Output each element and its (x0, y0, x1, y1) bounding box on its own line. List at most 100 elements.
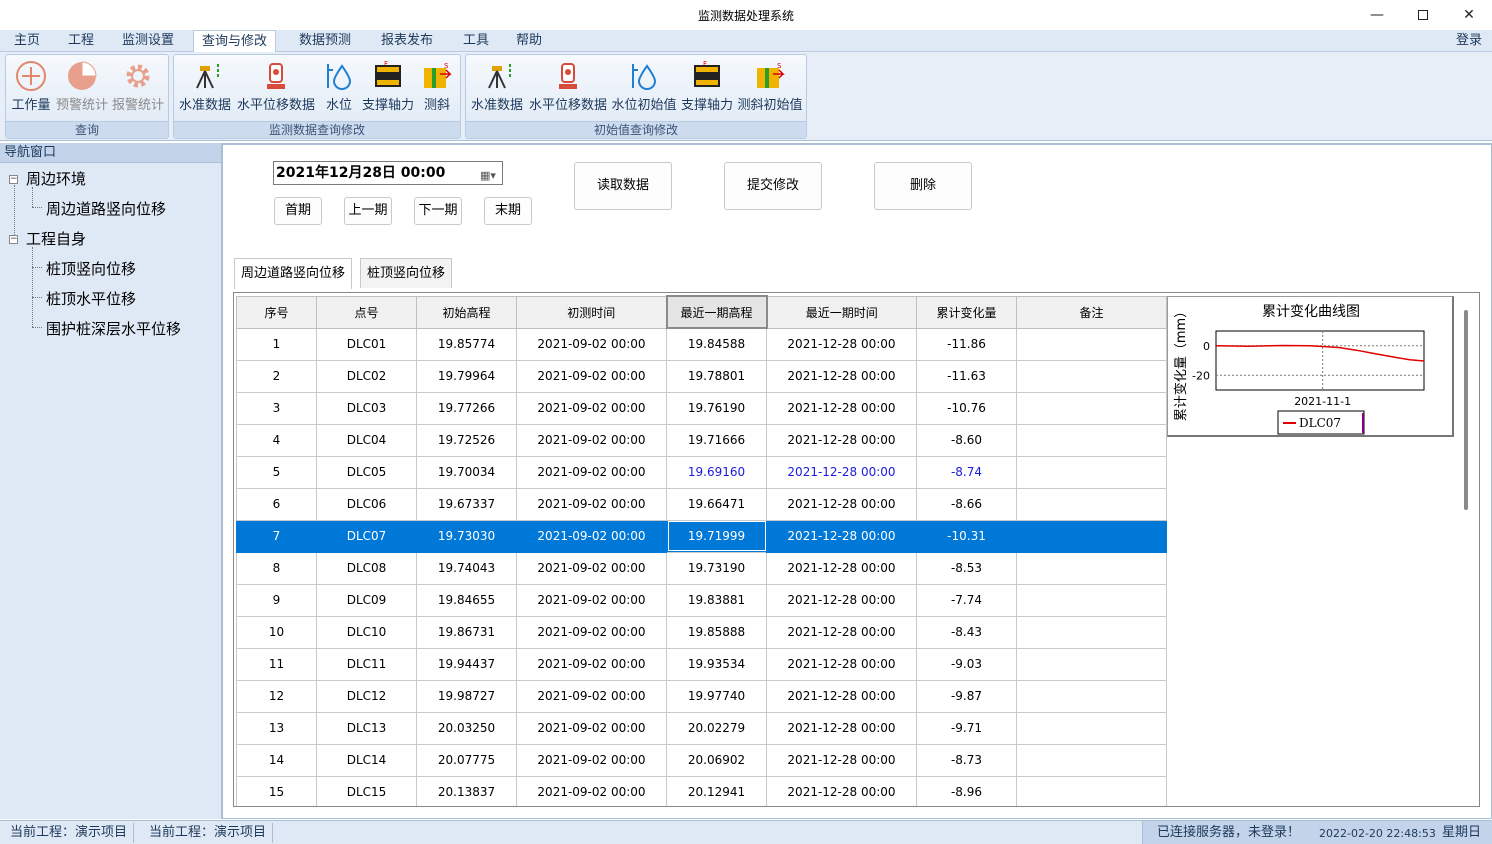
last-period-button[interactable]: 末期 (484, 197, 532, 225)
table-cell[interactable]: 2021-12-28 00:00 (766, 519, 917, 553)
scrollbar-thumb[interactable] (1464, 310, 1468, 510)
table-cell[interactable]: 11 (236, 647, 317, 681)
read-data-button[interactable]: 读取数据 (574, 162, 672, 210)
table-cell[interactable]: 15 (236, 775, 317, 806)
table-cell[interactable] (1016, 519, 1167, 553)
table-cell[interactable]: -8.60 (916, 423, 1017, 457)
table-row[interactable]: 13 DLC13 20.03250 2021-09-02 00:00 20.02279 2… (236, 711, 1167, 745)
table-cell[interactable]: 19.74043 (416, 551, 517, 585)
table-cell[interactable]: 19.86731 (416, 615, 517, 649)
grid-vertical-scrollbar[interactable] (1462, 308, 1472, 804)
tree-node-pile-vertical[interactable]: 桩顶竖向位移 (46, 258, 136, 279)
table-cell[interactable]: 19.84588 (666, 327, 767, 361)
table-cell[interactable]: 19.71999 (666, 519, 767, 553)
table-cell[interactable]: 1 (236, 327, 317, 361)
table-cell[interactable]: 2021-12-28 00:00 (766, 391, 917, 425)
table-cell[interactable]: 2021-12-28 00:00 (766, 455, 917, 489)
leveling-data-button[interactable]: 水准数据 (177, 57, 233, 113)
table-row[interactable]: 8 DLC08 19.74043 2021-09-02 00:00 19.73190 20… (236, 551, 1167, 585)
table-cell[interactable]: 2021-09-02 00:00 (516, 647, 667, 681)
table-cell[interactable]: 2021-09-02 00:00 (516, 455, 667, 489)
table-row[interactable]: 9 DLC09 19.84655 2021-09-02 00:00 19.83881 20… (236, 583, 1167, 617)
tab-pile-vertical[interactable]: 桩顶竖向位移 (360, 258, 453, 288)
table-cell[interactable]: 20.13837 (416, 775, 517, 806)
table-cell[interactable]: 2021-12-28 00:00 (766, 423, 917, 457)
submit-changes-button[interactable]: 提交修改 (724, 162, 822, 210)
next-period-button[interactable]: 下一期 (414, 197, 462, 225)
table-cell[interactable]: 19.85888 (666, 615, 767, 649)
table-cell[interactable]: 7 (236, 519, 317, 553)
collapse-icon[interactable]: − (9, 175, 18, 184)
table-row[interactable]: 2 DLC02 19.79964 2021-09-02 00:00 19.78801 20… (236, 359, 1167, 393)
table-cell[interactable]: 4 (236, 423, 317, 457)
table-cell[interactable]: 12 (236, 679, 317, 713)
table-cell[interactable]: 2021-12-28 00:00 (766, 551, 917, 585)
table-cell[interactable]: 2021-09-02 00:00 (516, 519, 667, 553)
table-cell[interactable]: 2021-09-02 00:00 (516, 487, 667, 521)
column-header[interactable]: 备注 (1016, 295, 1167, 329)
initial-horizontal-button[interactable]: 水平位移数据 (527, 57, 609, 113)
table-cell[interactable]: 2021-09-02 00:00 (516, 615, 667, 649)
table-cell[interactable]: 19.73030 (416, 519, 517, 553)
table-cell[interactable]: 2021-09-02 00:00 (516, 327, 667, 361)
table-cell[interactable] (1016, 487, 1167, 521)
table-cell[interactable]: -9.87 (916, 679, 1017, 713)
table-cell[interactable]: DLC08 (316, 551, 417, 585)
table-cell[interactable]: DLC09 (316, 583, 417, 617)
table-cell[interactable] (1016, 647, 1167, 681)
table-cell[interactable]: -9.03 (916, 647, 1017, 681)
table-cell[interactable]: -8.53 (916, 551, 1017, 585)
table-cell[interactable]: 2021-09-02 00:00 (516, 583, 667, 617)
table-cell[interactable]: 19.94437 (416, 647, 517, 681)
table-cell[interactable]: DLC07 (316, 519, 417, 553)
table-cell[interactable]: 19.66471 (666, 487, 767, 521)
table-cell[interactable]: 2021-12-28 00:00 (766, 487, 917, 521)
workload-button[interactable]: 工作量 (8, 57, 54, 113)
column-header[interactable]: 点号 (316, 295, 417, 329)
table-cell[interactable]: 2021-09-02 00:00 (516, 359, 667, 393)
table-cell[interactable]: 19.70034 (416, 455, 517, 489)
table-cell[interactable]: 14 (236, 743, 317, 777)
table-cell[interactable]: -8.74 (916, 455, 1017, 489)
maximize-button[interactable] (1400, 0, 1446, 30)
table-cell[interactable]: 2021-09-02 00:00 (516, 679, 667, 713)
table-row[interactable]: 11 DLC11 19.94437 2021-09-02 00:00 19.93534 2… (236, 647, 1167, 681)
minimize-button[interactable]: — (1354, 0, 1400, 30)
table-cell[interactable]: 2021-09-02 00:00 (516, 391, 667, 425)
table-cell[interactable]: 20.06902 (666, 743, 767, 777)
table-cell[interactable]: 20.02279 (666, 711, 767, 745)
column-header[interactable]: 最近一期高程 (665, 295, 768, 329)
menu-report-publish[interactable]: 报表发布 (373, 30, 441, 52)
table-cell[interactable]: 19.93534 (666, 647, 767, 681)
table-cell[interactable]: 6 (236, 487, 317, 521)
date-picker[interactable]: 2021年12月28日 00:00 ▦▾ (273, 161, 503, 185)
table-row[interactable]: 5 DLC05 19.70034 2021-09-02 00:00 19.69160 20… (236, 455, 1167, 489)
column-header[interactable]: 初始高程 (416, 295, 517, 329)
inclinometer-button[interactable]: S 测斜 (417, 57, 457, 113)
table-cell[interactable]: DLC05 (316, 455, 417, 489)
table-cell[interactable]: 2021-09-02 00:00 (516, 423, 667, 457)
menu-project[interactable]: 工程 (60, 30, 102, 52)
alarm-stats-button[interactable]: 报警统计 (110, 57, 166, 113)
table-cell[interactable]: 5 (236, 455, 317, 489)
login-link[interactable]: 登录 (1456, 30, 1482, 51)
table-cell[interactable]: DLC01 (316, 327, 417, 361)
table-cell[interactable]: -9.71 (916, 711, 1017, 745)
initial-water-level-button[interactable]: 水位初始值 (611, 57, 677, 113)
table-cell[interactable] (1016, 711, 1167, 745)
table-cell[interactable]: 13 (236, 711, 317, 745)
table-cell[interactable]: 2021-09-02 00:00 (516, 551, 667, 585)
table-cell[interactable]: -8.66 (916, 487, 1017, 521)
table-cell[interactable]: DLC12 (316, 679, 417, 713)
table-row[interactable]: 12 DLC12 19.98727 2021-09-02 00:00 19.97740 2… (236, 679, 1167, 713)
table-cell[interactable]: DLC06 (316, 487, 417, 521)
table-cell[interactable] (1016, 775, 1167, 806)
table-cell[interactable]: 19.79964 (416, 359, 517, 393)
table-cell[interactable]: 2 (236, 359, 317, 393)
menu-tools[interactable]: 工具 (455, 30, 497, 52)
table-cell[interactable]: 20.07775 (416, 743, 517, 777)
table-row[interactable]: 14 DLC14 20.07775 2021-09-02 00:00 20.06902 2… (236, 743, 1167, 777)
tree-node-project-self[interactable]: 工程自身 (26, 228, 86, 249)
table-cell[interactable]: 19.98727 (416, 679, 517, 713)
table-cell[interactable] (1016, 391, 1167, 425)
